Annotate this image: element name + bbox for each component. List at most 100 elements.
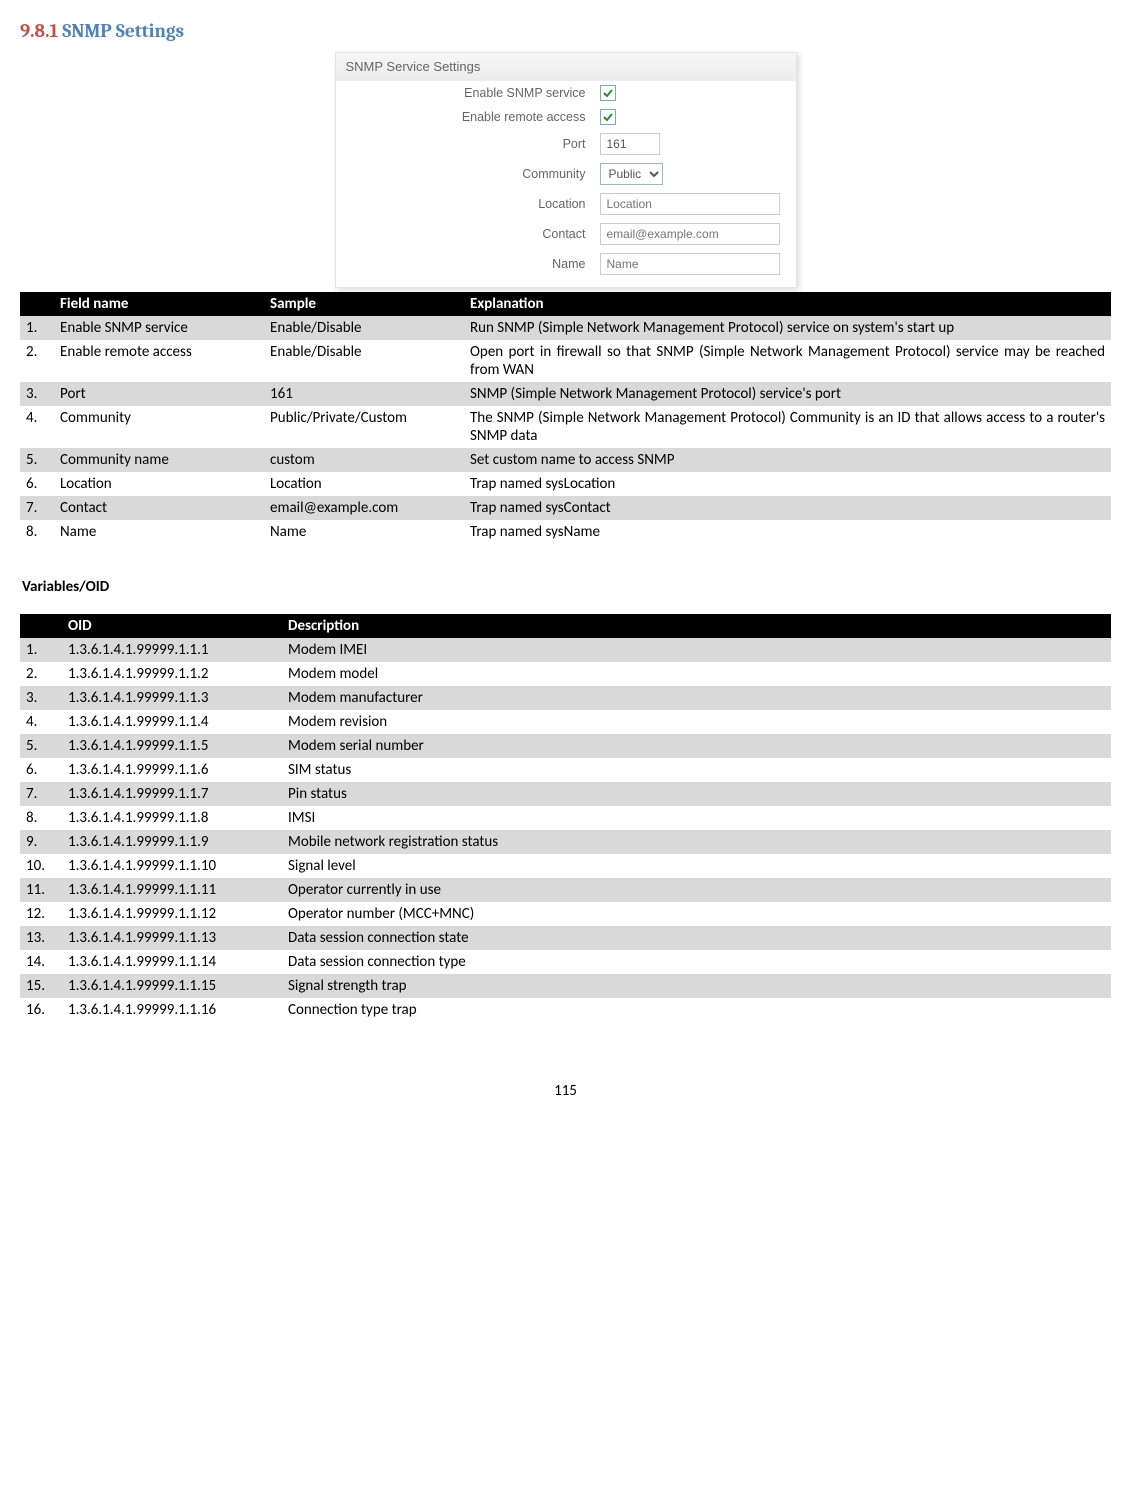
cell-num: 12.	[20, 902, 62, 926]
checkbox-enable-remote[interactable]	[600, 109, 616, 125]
table-row: 4.1.3.6.1.4.1.99999.1.1.4Modem revision	[20, 710, 1111, 734]
row-name: Name	[336, 249, 796, 279]
contact-input[interactable]	[600, 223, 780, 245]
table-row: 6.LocationLocationTrap named sysLocation	[20, 472, 1111, 496]
cell-num: 11.	[20, 878, 62, 902]
table-row: 7.1.3.6.1.4.1.99999.1.1.7Pin status	[20, 782, 1111, 806]
check-icon	[602, 111, 614, 123]
section-number: 9.8.1	[20, 20, 58, 42]
cell-oid: 1.3.6.1.4.1.99999.1.1.5	[62, 734, 282, 758]
fields-table: Field name Sample Explanation 1.Enable S…	[20, 292, 1111, 544]
cell-sample: Location	[264, 472, 464, 496]
cell-desc: Pin status	[282, 782, 1111, 806]
table-row: 1.Enable SNMP serviceEnable/DisableRun S…	[20, 316, 1111, 340]
cell-num: 16.	[20, 998, 62, 1022]
port-input[interactable]	[600, 133, 660, 155]
cell-desc: Signal strength trap	[282, 974, 1111, 998]
cell-num: 1.	[20, 316, 54, 340]
header-oid: OID	[62, 614, 282, 638]
cell-desc: Data session connection type	[282, 950, 1111, 974]
header-field: Field name	[54, 292, 264, 316]
name-input[interactable]	[600, 253, 780, 275]
cell-sample: 161	[264, 382, 464, 406]
cell-num: 4.	[20, 406, 54, 448]
cell-desc: IMSI	[282, 806, 1111, 830]
row-community: Community Public	[336, 159, 796, 189]
cell-explanation: Set custom name to access SNMP	[464, 448, 1111, 472]
cell-desc: Modem manufacturer	[282, 686, 1111, 710]
section-title: SNMP Settings	[62, 20, 184, 42]
header-desc: Description	[282, 614, 1111, 638]
cell-oid: 1.3.6.1.4.1.99999.1.1.10	[62, 854, 282, 878]
cell-num: 14.	[20, 950, 62, 974]
cell-desc: Modem model	[282, 662, 1111, 686]
community-select[interactable]: Public	[600, 163, 663, 185]
cell-explanation: Open port in firewall so that SNMP (Simp…	[464, 340, 1111, 382]
oid-table-header: OID Description	[20, 614, 1111, 638]
cell-num: 5.	[20, 734, 62, 758]
cell-oid: 1.3.6.1.4.1.99999.1.1.6	[62, 758, 282, 782]
subheading-variables-oid: Variables/OID	[22, 578, 1111, 596]
checkbox-enable-service[interactable]	[600, 85, 616, 101]
cell-explanation: SNMP (Simple Network Management Protocol…	[464, 382, 1111, 406]
cell-num: 6.	[20, 472, 54, 496]
oid-table: OID Description 1.1.3.6.1.4.1.99999.1.1.…	[20, 614, 1111, 1022]
cell-oid: 1.3.6.1.4.1.99999.1.1.9	[62, 830, 282, 854]
table-row: 10.1.3.6.1.4.1.99999.1.1.10Signal level	[20, 854, 1111, 878]
cell-sample: email@example.com	[264, 496, 464, 520]
table-row: 3.Port161SNMP (Simple Network Management…	[20, 382, 1111, 406]
cell-num: 6.	[20, 758, 62, 782]
table-row: 7.Contactemail@example.comTrap named sys…	[20, 496, 1111, 520]
cell-oid: 1.3.6.1.4.1.99999.1.1.12	[62, 902, 282, 926]
cell-explanation: Trap named sysContact	[464, 496, 1111, 520]
table-row: 4.CommunityPublic/Private/CustomThe SNMP…	[20, 406, 1111, 448]
cell-oid: 1.3.6.1.4.1.99999.1.1.14	[62, 950, 282, 974]
cell-num: 2.	[20, 340, 54, 382]
cell-field: Enable SNMP service	[54, 316, 264, 340]
table-row: 14.1.3.6.1.4.1.99999.1.1.14Data session …	[20, 950, 1111, 974]
cell-num: 4.	[20, 710, 62, 734]
cell-desc: Data session connection state	[282, 926, 1111, 950]
table-row: 13.1.3.6.1.4.1.99999.1.1.13Data session …	[20, 926, 1111, 950]
table-row: 2.Enable remote accessEnable/DisableOpen…	[20, 340, 1111, 382]
cell-desc: Signal level	[282, 854, 1111, 878]
cell-oid: 1.3.6.1.4.1.99999.1.1.11	[62, 878, 282, 902]
label-enable-remote: Enable remote access	[336, 110, 600, 124]
row-enable-remote: Enable remote access	[336, 105, 796, 129]
cell-desc: Mobile network registration status	[282, 830, 1111, 854]
table-row: 16.1.3.6.1.4.1.99999.1.1.16Connection ty…	[20, 998, 1111, 1022]
cell-oid: 1.3.6.1.4.1.99999.1.1.16	[62, 998, 282, 1022]
cell-desc: SIM status	[282, 758, 1111, 782]
cell-sample: Enable/Disable	[264, 340, 464, 382]
cell-num: 13.	[20, 926, 62, 950]
check-icon	[602, 87, 614, 99]
location-input[interactable]	[600, 193, 780, 215]
section-heading: 9.8.1 SNMP Settings	[20, 20, 1111, 42]
table-row: 12.1.3.6.1.4.1.99999.1.1.12Operator numb…	[20, 902, 1111, 926]
cell-field: Enable remote access	[54, 340, 264, 382]
cell-num: 7.	[20, 496, 54, 520]
table-row: 8.1.3.6.1.4.1.99999.1.1.8IMSI	[20, 806, 1111, 830]
cell-explanation: The SNMP (Simple Network Management Prot…	[464, 406, 1111, 448]
cell-num: 8.	[20, 520, 54, 544]
table-row: 8.NameNameTrap named sysName	[20, 520, 1111, 544]
cell-field: Community name	[54, 448, 264, 472]
row-location: Location	[336, 189, 796, 219]
cell-desc: Modem serial number	[282, 734, 1111, 758]
cell-oid: 1.3.6.1.4.1.99999.1.1.13	[62, 926, 282, 950]
cell-desc: Connection type trap	[282, 998, 1111, 1022]
cell-field: Port	[54, 382, 264, 406]
cell-explanation: Run SNMP (Simple Network Management Prot…	[464, 316, 1111, 340]
cell-field: Community	[54, 406, 264, 448]
table-row: 9.1.3.6.1.4.1.99999.1.1.9Mobile network …	[20, 830, 1111, 854]
header-num	[20, 292, 54, 316]
fields-table-header: Field name Sample Explanation	[20, 292, 1111, 316]
label-name: Name	[336, 257, 600, 271]
cell-num: 3.	[20, 382, 54, 406]
table-row: 2.1.3.6.1.4.1.99999.1.1.2Modem model	[20, 662, 1111, 686]
page-number: 115	[20, 1082, 1111, 1100]
label-location: Location	[336, 197, 600, 211]
snmp-settings-panel: SNMP Service Settings Enable SNMP servic…	[335, 52, 797, 288]
cell-num: 3.	[20, 686, 62, 710]
label-contact: Contact	[336, 227, 600, 241]
